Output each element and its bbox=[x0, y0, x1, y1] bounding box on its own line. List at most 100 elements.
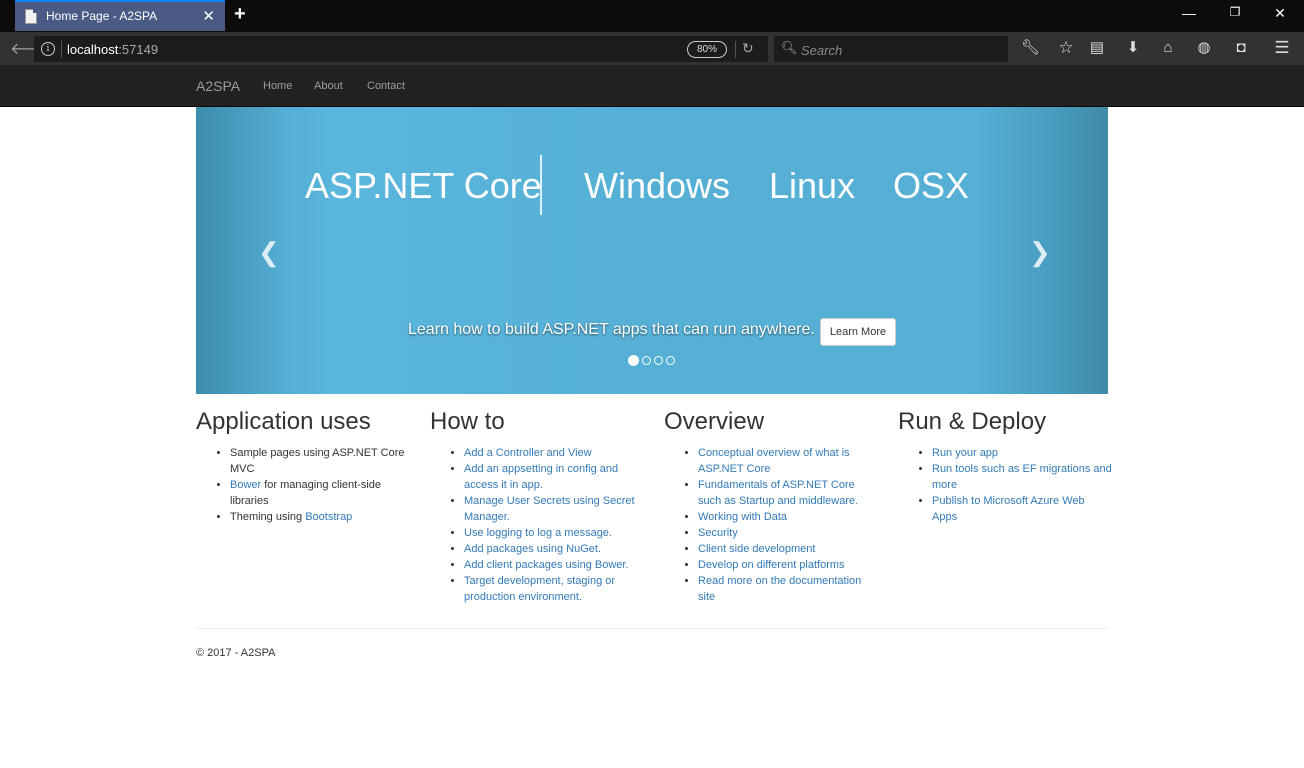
carousel-caption: Learn how to build ASP.NET apps that can… bbox=[408, 321, 815, 338]
hero-word-windows: Windows bbox=[584, 165, 731, 206]
column-list: Add a Controller and View Add an appsett… bbox=[430, 445, 644, 605]
carousel-next-icon[interactable]: ❯ bbox=[1029, 237, 1051, 268]
list-link[interactable]: Fundamentals of ASP.NET Core such as Sta… bbox=[698, 479, 858, 507]
list-link[interactable]: Manage User Secrets using Secret Manager… bbox=[464, 495, 635, 523]
reload-icon[interactable]: ↻ bbox=[742, 40, 754, 57]
url-host: localhost bbox=[67, 42, 119, 57]
list-item: Security bbox=[698, 525, 878, 541]
hero-word-osx: OSX bbox=[893, 165, 970, 206]
nav-home[interactable]: Home bbox=[263, 80, 292, 92]
list-item: Publish to Microsoft Azure Web Apps bbox=[932, 493, 1112, 525]
pocket-icon[interactable]: ◘ bbox=[1232, 39, 1250, 57]
column-heading: Run & Deploy bbox=[898, 408, 1047, 435]
list-item: Working with Data bbox=[698, 509, 878, 525]
site-navbar: A2SPA Home About Contact bbox=[0, 65, 1304, 107]
list-link[interactable]: Working with Data bbox=[698, 511, 787, 523]
new-tab-icon[interactable]: + bbox=[234, 3, 246, 26]
list-item: Add a Controller and View bbox=[464, 445, 644, 461]
list-item: Client side development bbox=[698, 541, 878, 557]
column-run-deploy: Run & Deploy Run your app Run tools such… bbox=[898, 407, 1112, 525]
list-link[interactable]: Conceptual overview of what is ASP.NET C… bbox=[698, 447, 850, 475]
home-icon[interactable]: ⌂ bbox=[1159, 39, 1177, 57]
browser-tab-bar: Home Page - A2SPA ✕ + — ❐ ✕ bbox=[0, 0, 1304, 32]
list-item: Theming using Bootstrap bbox=[230, 509, 410, 525]
minimize-icon[interactable]: — bbox=[1179, 5, 1199, 21]
list-link[interactable]: Read more on the documentation site bbox=[698, 575, 861, 603]
nav-contact[interactable]: Contact bbox=[367, 80, 405, 92]
list-item: Add an appsetting in config and access i… bbox=[464, 461, 644, 493]
list-item-text: Sample pages using ASP.NET Core MVC bbox=[230, 447, 405, 475]
browser-tab[interactable]: Home Page - A2SPA ✕ bbox=[15, 0, 225, 31]
close-window-icon[interactable]: ✕ bbox=[1270, 5, 1290, 22]
list-link[interactable]: Add a Controller and View bbox=[464, 447, 592, 459]
column-application-uses: Application uses Sample pages using ASP.… bbox=[196, 407, 410, 525]
list-item: Sample pages using ASP.NET Core MVC bbox=[230, 445, 410, 477]
nav-about[interactable]: About bbox=[314, 80, 343, 92]
list-item-text: Theming using bbox=[230, 511, 306, 523]
search-placeholder: Search bbox=[801, 43, 843, 58]
globe-icon[interactable]: ◍ bbox=[1195, 39, 1213, 57]
carousel-indicator-4[interactable] bbox=[666, 356, 675, 365]
list-link[interactable]: Add packages using NuGet. bbox=[464, 543, 601, 555]
download-icon[interactable]: ⬇ bbox=[1124, 39, 1142, 57]
list-item: Run your app bbox=[932, 445, 1112, 461]
restore-icon[interactable]: ❐ bbox=[1225, 5, 1245, 19]
footer-divider bbox=[196, 628, 1108, 629]
search-icon: 🔍︎ bbox=[781, 40, 798, 55]
column-list: Conceptual overview of what is ASP.NET C… bbox=[664, 445, 878, 605]
list-link[interactable]: Run your app bbox=[932, 447, 998, 459]
list-link[interactable]: Run tools such as EF migrations and more bbox=[932, 463, 1112, 491]
column-heading: How to bbox=[430, 408, 505, 435]
carousel-indicator-3[interactable] bbox=[654, 356, 663, 365]
reader-view-icon[interactable]: ▤ bbox=[1088, 39, 1106, 57]
list-link[interactable]: Target development, staging or productio… bbox=[464, 575, 615, 603]
list-item: Conceptual overview of what is ASP.NET C… bbox=[698, 445, 878, 477]
list-link[interactable]: Client side development bbox=[698, 543, 815, 555]
list-item: Manage User Secrets using Secret Manager… bbox=[464, 493, 644, 525]
learn-more-button[interactable]: Learn More bbox=[820, 318, 896, 346]
carousel-indicator-1[interactable] bbox=[628, 355, 639, 366]
zoom-badge[interactable]: 80% bbox=[687, 41, 727, 58]
tab-title: Home Page - A2SPA bbox=[46, 9, 158, 23]
carousel-indicator-2[interactable] bbox=[642, 356, 651, 365]
column-list: Run your app Run tools such as EF migrat… bbox=[898, 445, 1112, 525]
list-item: Add client packages using Bower. bbox=[464, 557, 644, 573]
bootstrap-link[interactable]: Bootstrap bbox=[305, 511, 352, 523]
wrench-icon[interactable]: 🔧︎ bbox=[1021, 39, 1040, 57]
search-input[interactable]: 🔍︎ Search bbox=[774, 36, 1008, 62]
list-item: Run tools such as EF migrations and more bbox=[932, 461, 1112, 493]
list-item: Use logging to log a message. bbox=[464, 525, 644, 541]
column-heading: Application uses bbox=[196, 408, 371, 435]
carousel-prev-icon[interactable]: ❮ bbox=[258, 237, 280, 268]
column-heading: Overview bbox=[664, 408, 765, 435]
list-link[interactable]: Use logging to log a message. bbox=[464, 527, 612, 539]
list-link[interactable]: Develop on different platforms bbox=[698, 559, 845, 571]
list-item: Bower for managing client-side libraries bbox=[230, 477, 410, 509]
page-icon bbox=[25, 9, 37, 24]
menu-icon[interactable]: ☰ bbox=[1273, 39, 1291, 57]
list-item: Develop on different platforms bbox=[698, 557, 878, 573]
list-link[interactable]: Publish to Microsoft Azure Web Apps bbox=[932, 495, 1085, 523]
bookmark-star-icon[interactable]: ☆ bbox=[1057, 39, 1075, 57]
brand-link[interactable]: A2SPA bbox=[196, 78, 240, 94]
column-list: Sample pages using ASP.NET Core MVC Bowe… bbox=[196, 445, 410, 525]
list-item: Read more on the documentation site bbox=[698, 573, 878, 605]
list-item: Add packages using NuGet. bbox=[464, 541, 644, 557]
url-separator-2 bbox=[735, 41, 736, 58]
list-item: Target development, staging or productio… bbox=[464, 573, 644, 605]
info-icon[interactable]: i bbox=[41, 42, 55, 56]
url-separator bbox=[61, 41, 62, 58]
url-text[interactable]: localhost:57149 bbox=[67, 42, 158, 57]
list-item: Fundamentals of ASP.NET Core such as Sta… bbox=[698, 477, 878, 509]
url-bar[interactable]: i localhost:57149 80% ↻ bbox=[34, 36, 768, 62]
footer-copyright: © 2017 - A2SPA bbox=[196, 647, 276, 659]
hero-word-linux: Linux bbox=[769, 165, 856, 206]
list-link[interactable]: Security bbox=[698, 527, 738, 539]
url-port: :57149 bbox=[118, 42, 159, 57]
list-link[interactable]: Add an appsetting in config and access i… bbox=[464, 463, 618, 491]
close-tab-icon[interactable]: ✕ bbox=[202, 7, 215, 25]
list-link[interactable]: Add client packages using Bower. bbox=[464, 559, 629, 571]
hero-headline: ASP.NET Core bbox=[305, 165, 542, 206]
browser-toolbar: 🡐 i localhost:57149 80% ↻ 🔍︎ Search 🔧︎ ☆… bbox=[0, 32, 1304, 65]
bower-link[interactable]: Bower bbox=[230, 479, 261, 491]
